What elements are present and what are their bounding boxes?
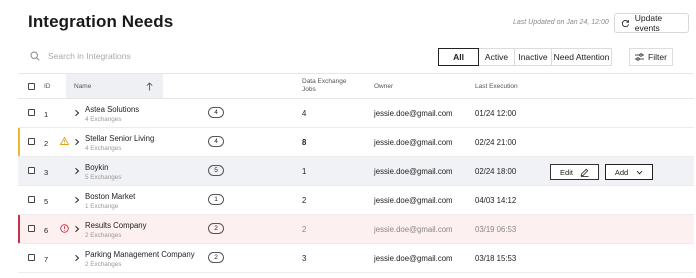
integration-name[interactable]: Results Company bbox=[85, 221, 147, 230]
last-execution: 03/19 06:53 bbox=[475, 225, 517, 234]
row-checkbox[interactable] bbox=[28, 196, 35, 203]
integration-name[interactable]: Astea Solutions bbox=[85, 105, 139, 114]
table-row[interactable]: 6 Results Company 2 Exchanges 2 2 jessie… bbox=[18, 215, 694, 244]
exchange-badge: 4 bbox=[208, 107, 224, 118]
integration-name[interactable]: Boykin bbox=[85, 163, 108, 172]
integration-name[interactable]: Boston Market bbox=[85, 192, 135, 201]
exchange-badge: 5 bbox=[208, 165, 224, 176]
row-checkbox[interactable] bbox=[28, 225, 35, 232]
filter-inactive-button[interactable]: Inactive bbox=[515, 48, 552, 66]
row-id: 2 bbox=[44, 139, 49, 148]
jobs-count: 3 bbox=[302, 254, 307, 263]
filter-active-button[interactable]: Active bbox=[479, 48, 515, 66]
owner-email: jessie.doe@gmail.com bbox=[374, 196, 453, 205]
row-checkbox[interactable] bbox=[28, 167, 35, 174]
table-row[interactable]: 3 Boykin 5 Exchanges 5 1 jessie.doe@gmai… bbox=[18, 157, 694, 186]
row-id: 7 bbox=[44, 255, 49, 264]
page-title: Integration Needs bbox=[28, 12, 174, 31]
exchange-count: 4 Exchanges bbox=[85, 145, 122, 152]
integration-name[interactable]: Parking Management Company bbox=[85, 250, 195, 259]
filter-button[interactable]: Filter bbox=[629, 48, 673, 66]
row-checkbox[interactable] bbox=[28, 138, 35, 145]
row-id: 5 bbox=[44, 197, 49, 206]
add-label: Add bbox=[614, 167, 629, 177]
add-dropdown-button[interactable]: Add bbox=[605, 164, 653, 180]
row-checkbox[interactable] bbox=[28, 254, 35, 261]
jobs-count: 2 bbox=[302, 225, 307, 234]
last-execution: 02/24 18:00 bbox=[475, 167, 517, 176]
pencil-icon bbox=[580, 168, 589, 177]
error-indicator-bar bbox=[18, 215, 20, 243]
filter-all-button[interactable]: All bbox=[438, 48, 479, 66]
page-header: Integration Needs Last Updated on Jan 24… bbox=[0, 0, 696, 44]
update-events-label: Update events bbox=[634, 13, 663, 33]
column-header-last-execution[interactable]: Last Execution bbox=[475, 83, 518, 90]
exchange-badge: 2 bbox=[208, 252, 224, 263]
chevron-right-icon[interactable] bbox=[73, 254, 81, 262]
column-header-name[interactable]: Name bbox=[74, 83, 91, 90]
error-circle-icon bbox=[60, 224, 69, 233]
exchange-count: 4 Exchanges bbox=[85, 116, 122, 123]
edit-button[interactable]: Edit bbox=[550, 164, 599, 180]
last-execution: 01/24 12:00 bbox=[475, 109, 517, 118]
exchange-count: 2 Exchanges bbox=[85, 232, 122, 239]
integration-name[interactable]: Stellar Senior Living bbox=[85, 134, 154, 143]
last-execution: 02/24 21:00 bbox=[475, 138, 517, 147]
exchange-count: 5 Exchanges bbox=[85, 174, 122, 181]
column-header-jobs[interactable]: Data Exchange bbox=[302, 78, 346, 85]
search-input[interactable] bbox=[48, 51, 248, 61]
table-row[interactable]: 5 Boston Market 1 Exchange 1 2 jessie.do… bbox=[18, 186, 694, 215]
owner-email: jessie.doe@gmail.com bbox=[374, 254, 453, 263]
sliders-icon bbox=[635, 53, 645, 61]
column-header-owner[interactable]: Owner bbox=[374, 83, 393, 90]
row-id: 6 bbox=[44, 226, 49, 235]
warning-triangle-icon bbox=[60, 137, 69, 145]
owner-email: jessie.doe@gmail.com bbox=[374, 167, 453, 176]
status-filter-tabs: All Active Inactive Need Attention bbox=[438, 48, 612, 66]
filter-label: Filter bbox=[648, 52, 667, 62]
exchange-badge: 4 bbox=[208, 136, 224, 147]
arrow-up-icon[interactable] bbox=[146, 82, 153, 91]
table-row[interactable]: 7 Parking Management Company 2 Exchanges… bbox=[18, 244, 694, 273]
owner-email: jessie.doe@gmail.com bbox=[374, 138, 453, 147]
row-checkbox[interactable] bbox=[28, 109, 35, 116]
search-icon bbox=[30, 51, 40, 61]
table-header: ID Name Data Exchange Jobs Owner Last Ex… bbox=[18, 73, 694, 99]
chevron-right-icon[interactable] bbox=[73, 138, 81, 146]
chevron-right-icon[interactable] bbox=[73, 225, 81, 233]
jobs-count: 1 bbox=[302, 167, 307, 176]
update-events-button[interactable]: Update events bbox=[614, 13, 689, 33]
owner-email: jessie.doe@gmail.com bbox=[374, 109, 453, 118]
row-id: 3 bbox=[44, 168, 49, 177]
table-row[interactable]: 2 Stellar Senior Living 4 Exchanges 4 8 … bbox=[18, 128, 694, 157]
warning-indicator-bar bbox=[18, 128, 20, 156]
search-bar bbox=[30, 51, 248, 61]
exchange-badge: 1 bbox=[208, 194, 224, 205]
owner-email: jessie.doe@gmail.com bbox=[374, 225, 453, 234]
jobs-count: 4 bbox=[302, 109, 307, 118]
last-execution: 04/03 14:12 bbox=[475, 196, 517, 205]
chevron-down-icon bbox=[636, 170, 643, 174]
last-updated-text: Last Updated on Jan 24, 12:00 bbox=[513, 19, 609, 26]
refresh-icon bbox=[621, 19, 630, 27]
chevron-right-icon[interactable] bbox=[73, 167, 81, 175]
filter-need-attention-button[interactable]: Need Attention bbox=[552, 48, 612, 66]
column-header-id[interactable]: ID bbox=[44, 83, 51, 90]
last-execution: 03/18 15:53 bbox=[475, 254, 517, 263]
column-header-jobs-line2: Jobs bbox=[302, 86, 316, 93]
exchange-count: 2 Exchanges bbox=[85, 261, 122, 268]
table-row[interactable]: 1 Astea Solutions 4 Exchanges 4 4 jessie… bbox=[18, 99, 694, 128]
select-all-checkbox[interactable] bbox=[28, 83, 35, 90]
edit-label: Edit bbox=[560, 167, 573, 177]
jobs-count: 8 bbox=[302, 138, 307, 147]
chevron-right-icon[interactable] bbox=[73, 196, 81, 204]
row-id: 1 bbox=[44, 110, 49, 119]
exchange-count: 1 Exchange bbox=[85, 203, 119, 210]
jobs-count: 2 bbox=[302, 196, 307, 205]
chevron-right-icon[interactable] bbox=[73, 109, 81, 117]
exchange-badge: 2 bbox=[208, 223, 224, 234]
